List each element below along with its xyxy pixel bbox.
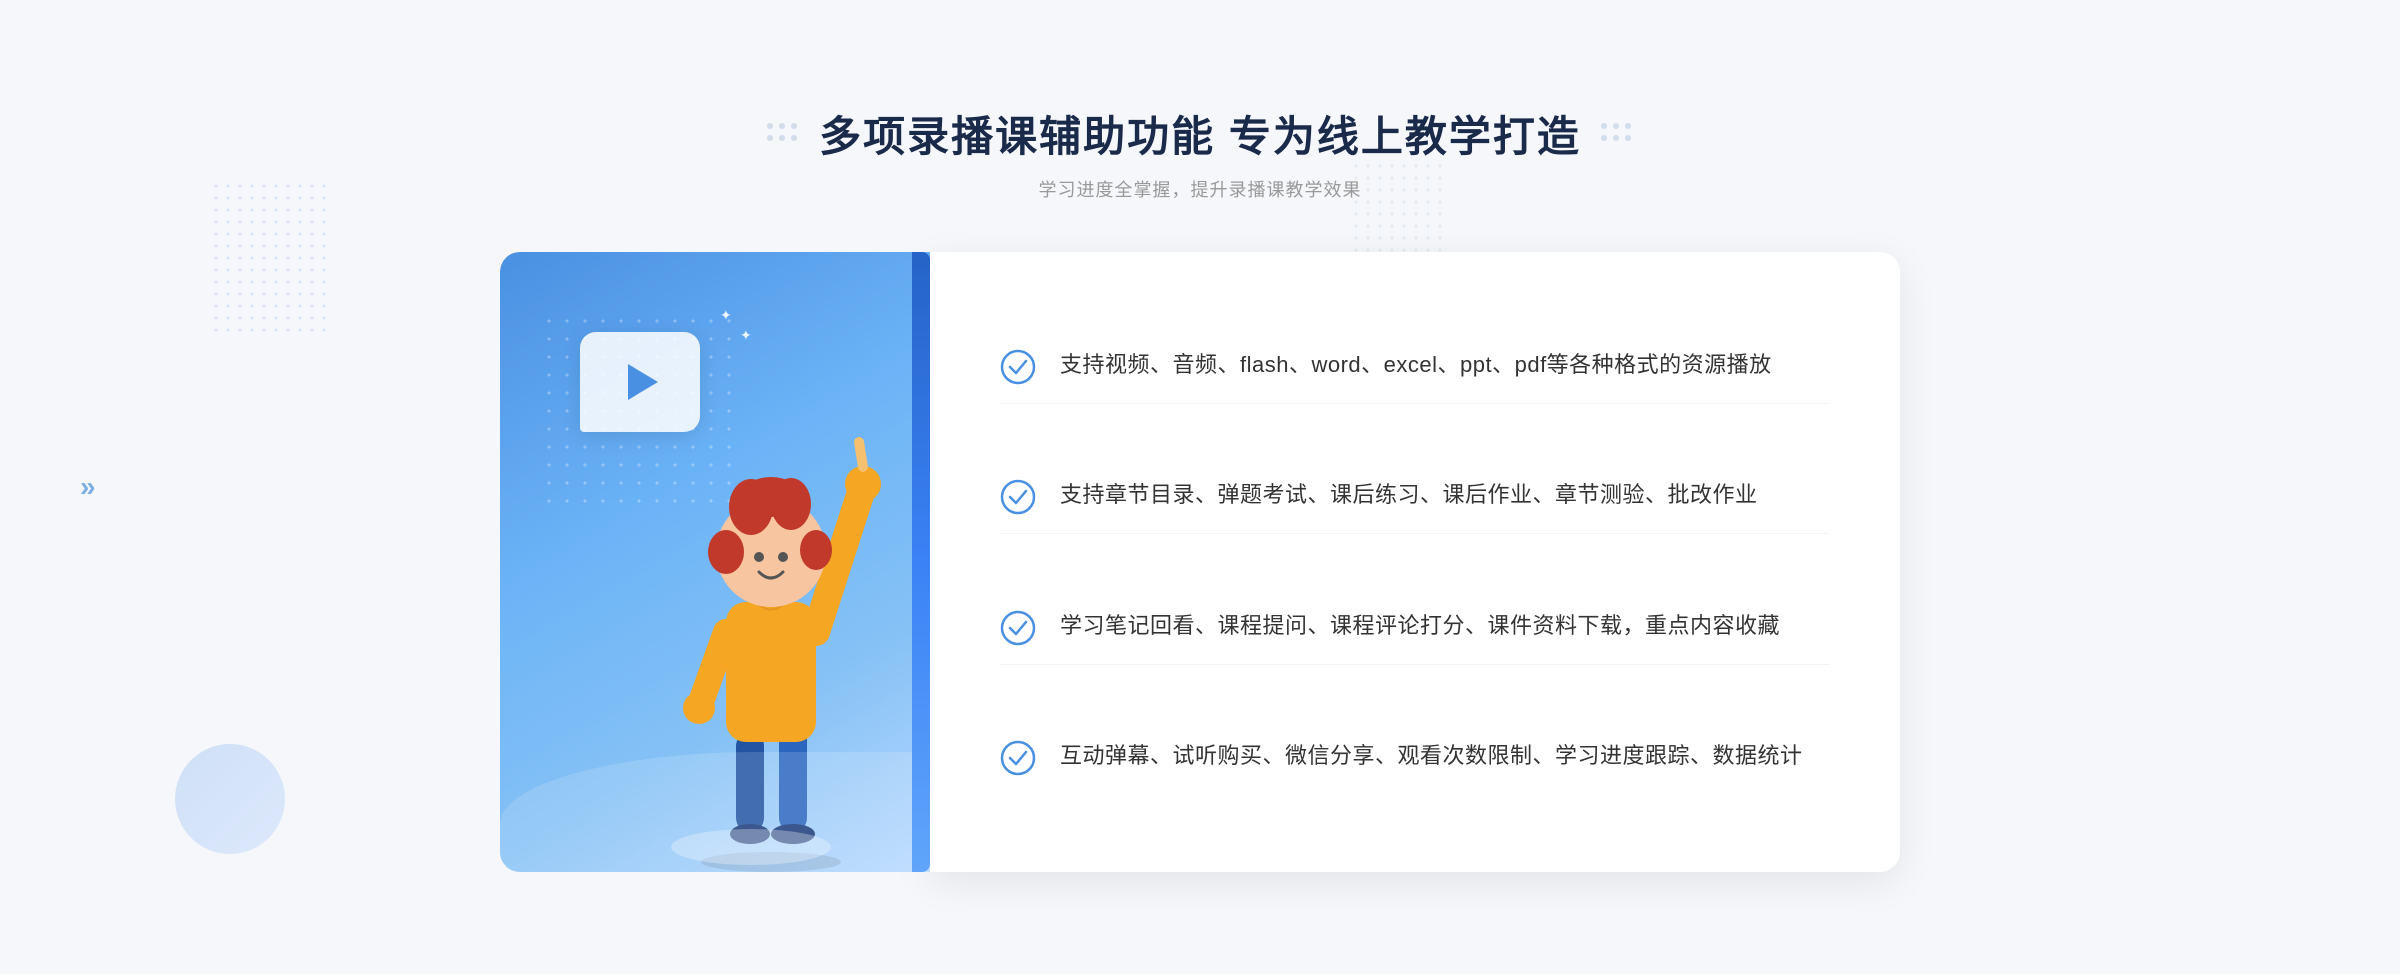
feature-text-4: 互动弹幕、试听购买、微信分享、观看次数限制、学习进度跟踪、数据统计 bbox=[1060, 738, 1803, 773]
sparkle-1: ✦ bbox=[720, 307, 732, 324]
subtitle: 学习进度全掌握，提升录播课教学效果 bbox=[767, 176, 1633, 202]
feature-text-2: 支持章节目录、弹题考试、课后练习、课后作业、章节测验、批改作业 bbox=[1060, 477, 1758, 512]
feature-item-1: 支持视频、音频、flash、word、excel、ppt、pdf等各种格式的资源… bbox=[1000, 329, 1830, 404]
feature-item-3: 学习笔记回看、课程提问、课程评论打分、课件资料下载，重点内容收藏 bbox=[1000, 590, 1830, 665]
check-icon-3 bbox=[1000, 610, 1036, 646]
header-decorators: 多项录播课辅助功能 专为线上教学打造 bbox=[767, 103, 1633, 164]
illustration-card: ✦ ✦ bbox=[500, 252, 930, 872]
check-icon-1 bbox=[1000, 349, 1036, 385]
content-area: ✦ ✦ bbox=[500, 252, 1900, 872]
main-title: 多项录播课辅助功能 专为线上教学打造 bbox=[819, 103, 1581, 164]
feature-text-3: 学习笔记回看、课程提问、课程评论打分、课件资料下载，重点内容收藏 bbox=[1060, 608, 1780, 643]
page-wrapper: » 多项录播课辅助功能 专为线上教学打造 学习进度全掌握，提升录播课教学效果 bbox=[0, 0, 2400, 974]
decorator-dots-right bbox=[1601, 123, 1633, 143]
sparkle-2: ✦ bbox=[740, 327, 752, 344]
card-wave-decoration bbox=[500, 752, 930, 872]
features-panel: 支持视频、音频、flash、word、excel、ppt、pdf等各种格式的资源… bbox=[930, 252, 1900, 872]
accent-bar bbox=[912, 252, 930, 872]
decorative-arrow-left: » bbox=[80, 471, 96, 503]
header-section: 多项录播课辅助功能 专为线上教学打造 学习进度全掌握，提升录播课教学效果 bbox=[767, 103, 1633, 202]
decorative-circle-left bbox=[175, 744, 285, 854]
feature-item-4: 互动弹幕、试听购买、微信分享、观看次数限制、学习进度跟踪、数据统计 bbox=[1000, 720, 1830, 794]
feature-item-2: 支持章节目录、弹题考试、课后练习、课后作业、章节测验、批改作业 bbox=[1000, 459, 1830, 534]
decorator-dots-left bbox=[767, 123, 799, 143]
check-icon-4 bbox=[1000, 740, 1036, 776]
decorative-dots-left bbox=[210, 180, 330, 340]
check-icon-2 bbox=[1000, 479, 1036, 515]
feature-text-1: 支持视频、音频、flash、word、excel、ppt、pdf等各种格式的资源… bbox=[1060, 347, 1772, 382]
